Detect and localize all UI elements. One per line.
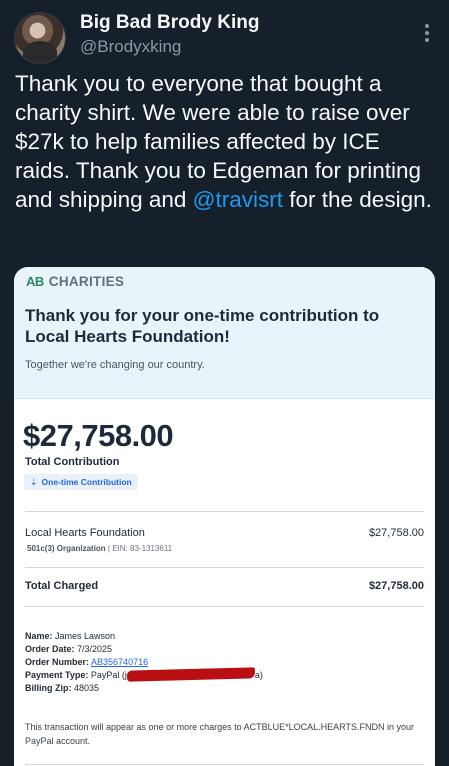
display-name[interactable]: Big Bad Brody King xyxy=(80,12,259,34)
receipt-subtitle: Together we're changing our country. xyxy=(25,359,205,371)
divider xyxy=(25,511,424,512)
org-type: 501c(3) Organization xyxy=(27,544,106,553)
tweet-header: Big Bad Brody King @Brodyxking xyxy=(14,10,435,66)
recipient-amount: $27,758.00 xyxy=(368,527,424,539)
org-ein: | EIN: 83-1313611 xyxy=(107,544,173,553)
tweet-text-part2: for the design. xyxy=(283,187,432,212)
transaction-note: This transaction will appear as one or m… xyxy=(25,722,414,746)
total-charged-label: Total Charged xyxy=(25,580,99,592)
detail-billing-zip: Billing Zip: 48035 xyxy=(25,683,100,693)
attached-image-card[interactable]: AB CHARITIES Thank you for your one-time… xyxy=(14,267,435,766)
recipient-row: Local Hearts Foundation $27,758.00 xyxy=(25,527,424,539)
brand-name: CHARITIES xyxy=(48,274,125,289)
more-vertical-icon[interactable] xyxy=(421,20,433,46)
contribution-type-label: One-time Contribution xyxy=(41,477,132,487)
user-handle[interactable]: @Brodyxking xyxy=(80,37,181,57)
receipt-header: AB CHARITIES Thank you for your one-time… xyxy=(14,267,435,399)
contribution-type-badge: ⇣ One-time Contribution xyxy=(24,474,138,490)
mention-link[interactable]: @travisrt xyxy=(193,187,283,212)
receipt-title: Thank you for your one-time contribution… xyxy=(25,306,380,346)
detail-payment-type: Payment Type: PayPal (j a) xyxy=(25,667,263,682)
order-number-link[interactable]: AB356740716 xyxy=(91,657,148,667)
divider xyxy=(25,567,424,568)
total-contribution-label: Total Contribution xyxy=(25,456,120,468)
order-details: Name: James Lawson Order Date: 7/3/2025 … xyxy=(25,630,263,695)
redaction-mark xyxy=(126,667,256,682)
total-charged-amount: $27,758.00 xyxy=(368,580,424,592)
recipient-meta: 501c(3) Organization | EIN: 83-1313611 xyxy=(27,544,172,553)
brand-logo: AB xyxy=(26,274,44,289)
tweet-text: Thank you to everyone that bought a char… xyxy=(15,69,440,214)
detail-name: Name: James Lawson xyxy=(25,631,116,641)
divider xyxy=(25,764,424,765)
avatar[interactable] xyxy=(14,12,66,64)
recipient-name: Local Hearts Foundation xyxy=(25,527,145,539)
divider xyxy=(25,606,424,607)
total-contribution-amount: $27,758.00 xyxy=(23,418,174,453)
brand: AB CHARITIES xyxy=(26,274,124,289)
total-charged-row: Total Charged $27,758.00 xyxy=(25,580,424,592)
recurrence-icon: ⇣ xyxy=(30,476,38,487)
detail-order-date: Order Date: 7/3/2025 xyxy=(25,644,113,654)
